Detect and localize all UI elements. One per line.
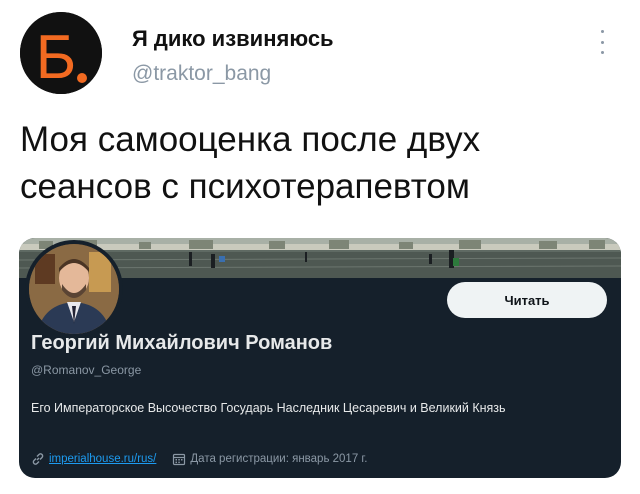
profile-handle: @Romanov_George bbox=[31, 363, 142, 377]
tweet-text: Моя самооценка после двух сеансов с псих… bbox=[20, 120, 481, 206]
calendar-icon bbox=[172, 452, 186, 466]
avatar-logo-letter: Б bbox=[36, 23, 77, 92]
profile-card: Читать Георгий Михайлович Романов @Roman… bbox=[19, 238, 621, 478]
author-avatar[interactable]: Б bbox=[20, 12, 102, 94]
profile-bio: Его Императорское Высочество Государь На… bbox=[31, 401, 506, 415]
more-icon[interactable] bbox=[596, 30, 608, 54]
profile-avatar[interactable] bbox=[25, 240, 123, 338]
author-display-name[interactable]: Я дико извиняюсь bbox=[132, 26, 334, 52]
profile-meta: imperialhouse.ru/rus/ Дата регистрации: … bbox=[31, 452, 367, 466]
profile-name: Георгий Михайлович Романов bbox=[31, 332, 333, 354]
profile-website-link[interactable]: imperialhouse.ru/rus/ bbox=[49, 453, 156, 465]
follow-button[interactable]: Читать bbox=[447, 282, 607, 318]
profile-joined-date: Дата регистрации: январь 2017 г. bbox=[190, 453, 368, 465]
link-icon bbox=[31, 452, 45, 466]
author-handle[interactable]: @traktor_bang bbox=[132, 62, 271, 86]
